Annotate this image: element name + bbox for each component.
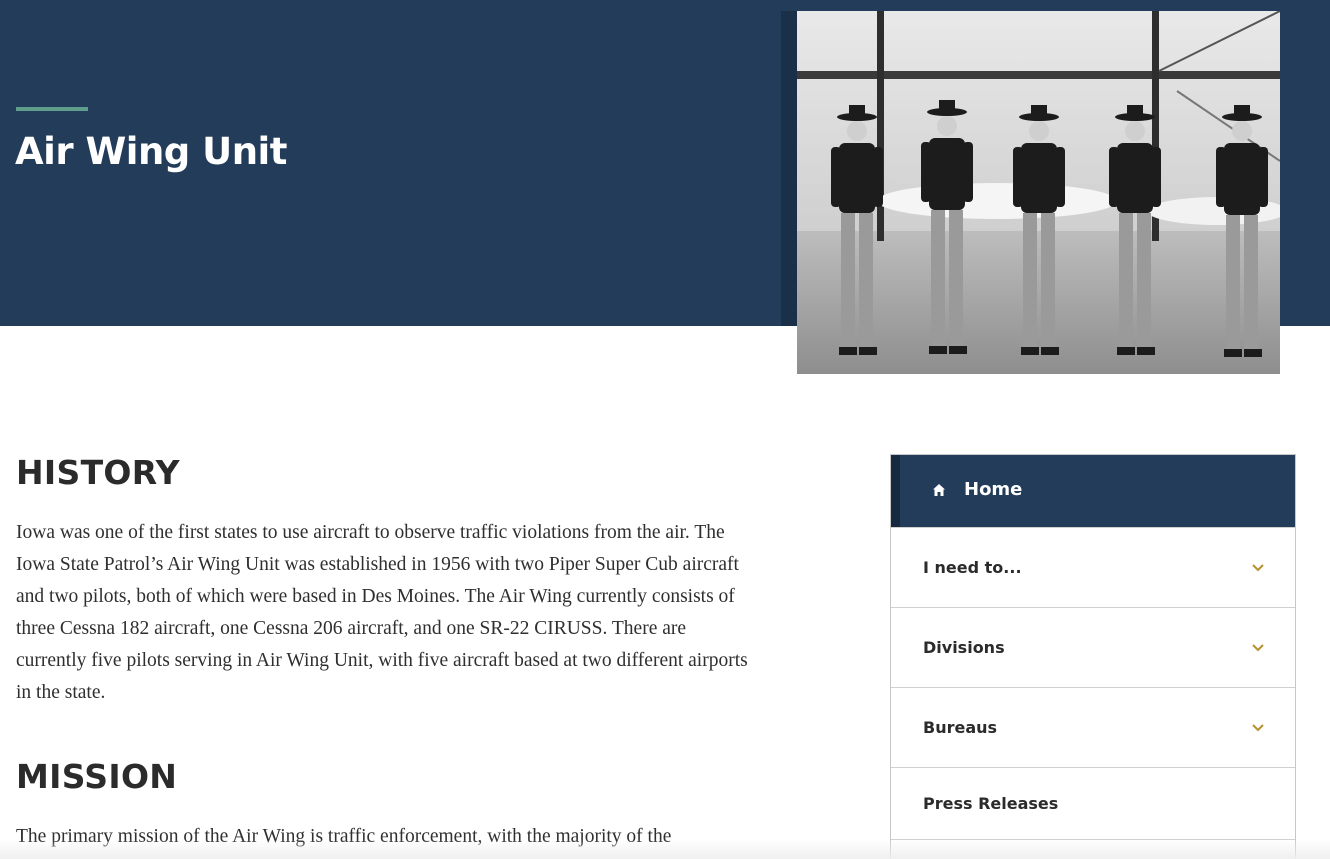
- sidenav-item-i-need-to[interactable]: I need to...: [891, 527, 1295, 607]
- sidenav-home-label: Home: [964, 479, 1023, 500]
- mission-heading: MISSION: [16, 757, 178, 796]
- troopers-photo-illustration: [797, 11, 1280, 374]
- hero-accent-line: [16, 107, 88, 111]
- history-heading: HISTORY: [16, 453, 180, 492]
- sidenav-item-divisions[interactable]: Divisions: [891, 607, 1295, 687]
- sidenav-item-label: Divisions: [923, 638, 1005, 657]
- sidenav-item-home[interactable]: Home: [891, 455, 1295, 527]
- home-icon: [933, 484, 945, 496]
- sidenav-item-bureaus[interactable]: Bureaus: [891, 687, 1295, 767]
- sidenav-item-label: I need to...: [923, 558, 1022, 577]
- hero-photo: [797, 11, 1280, 374]
- page-title: Air Wing Unit: [15, 130, 287, 173]
- chevron-down-icon[interactable]: [1251, 723, 1265, 733]
- bottom-fade-overlay: [0, 839, 1330, 859]
- side-navigation: Home I need to... Divisions Bureaus Pres…: [890, 454, 1296, 859]
- history-paragraph: Iowa was one of the first states to use …: [16, 522, 748, 703]
- chevron-down-icon[interactable]: [1251, 563, 1265, 573]
- sidenav-item-label: Press Releases: [923, 794, 1059, 813]
- sidenav-item-label: Bureaus: [923, 718, 998, 737]
- photo-frame-strip: [781, 11, 797, 326]
- chevron-down-icon[interactable]: [1251, 643, 1265, 653]
- sidenav-item-press-releases[interactable]: Press Releases: [891, 767, 1295, 839]
